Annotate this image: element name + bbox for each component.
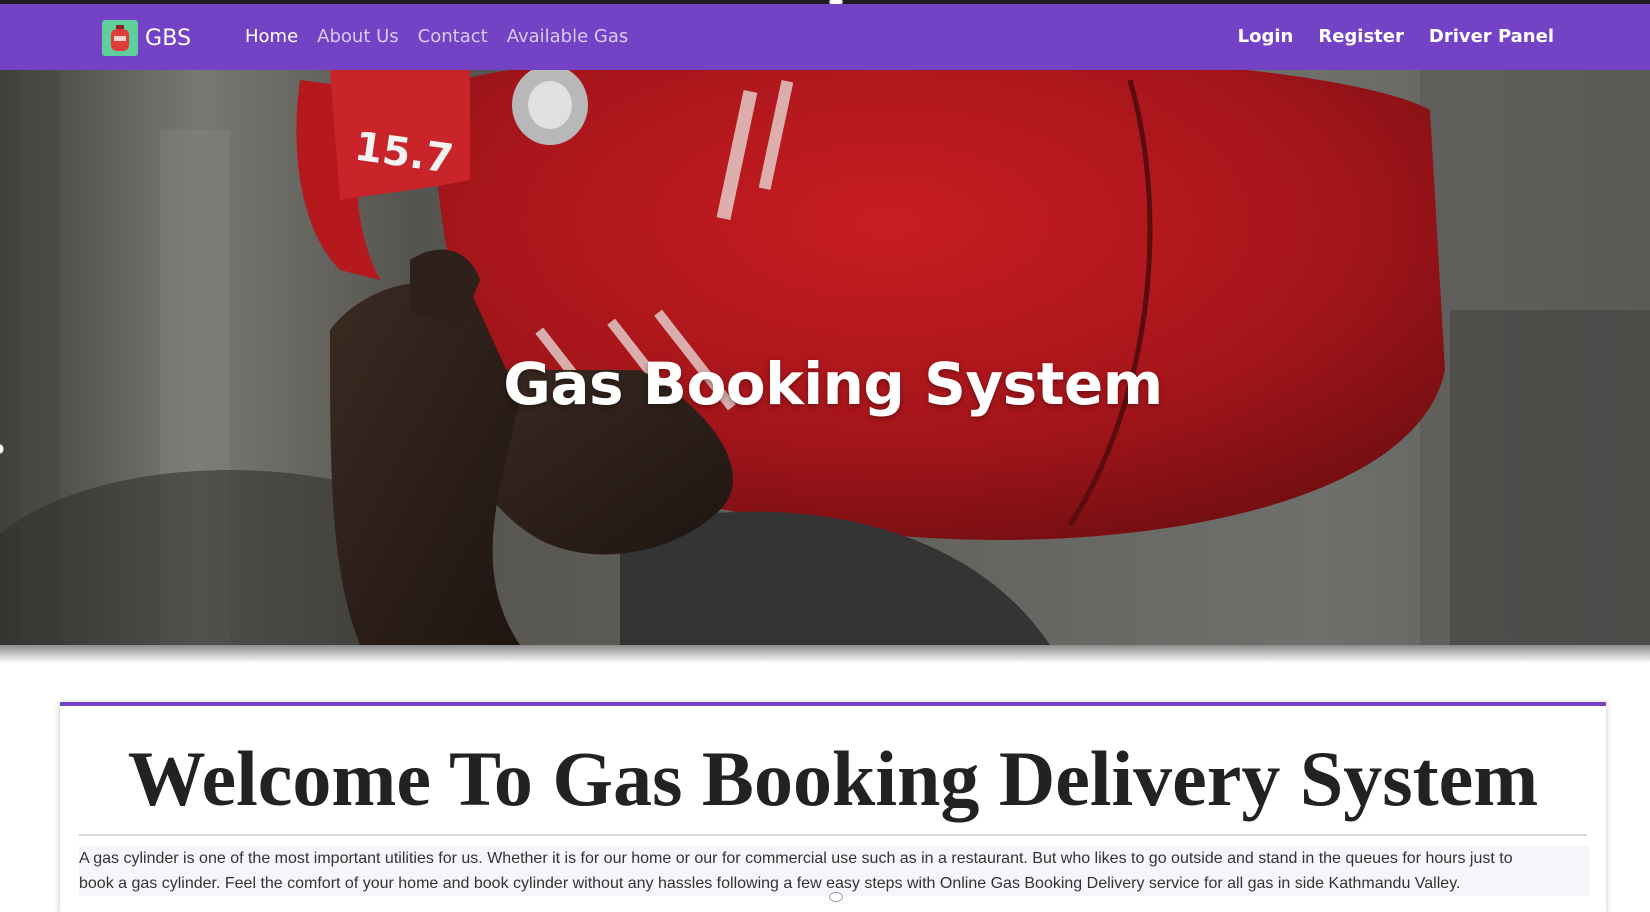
- scroll-handle-icon[interactable]: [829, 892, 843, 902]
- hero-shadow: [0, 645, 1650, 663]
- nav-link-available-gas[interactable]: Available Gas: [507, 26, 629, 47]
- nav-link-about-us[interactable]: About Us: [317, 26, 399, 47]
- divider: [79, 834, 1587, 836]
- nav-link-register[interactable]: Register: [1318, 26, 1404, 47]
- welcome-paragraph: A gas cylinder is one of the most import…: [79, 846, 1589, 896]
- nav-link-home[interactable]: Home: [245, 26, 298, 47]
- brand-name: GBS: [145, 25, 192, 51]
- welcome-card: Welcome To Gas Booking Delivery System A…: [60, 702, 1606, 912]
- main-nav: Home About Us Contact Available Gas: [245, 26, 628, 47]
- gas-cylinder-icon: [102, 20, 138, 56]
- navbar: GBS Home About Us Contact Available Gas …: [0, 4, 1650, 70]
- welcome-paragraph-line-1: A gas cylinder is one of the most import…: [79, 850, 1513, 867]
- welcome-heading: Welcome To Gas Booking Delivery System: [127, 735, 1539, 822]
- account-nav: Login Register Driver Panel: [1238, 26, 1554, 47]
- brand[interactable]: GBS: [102, 20, 191, 56]
- nav-link-login[interactable]: Login: [1238, 26, 1294, 47]
- hero-title: Gas Booking System: [503, 350, 1163, 418]
- hero-banner: 15.7 Gas Booking System: [0, 70, 1650, 645]
- nav-link-contact[interactable]: Contact: [418, 26, 488, 47]
- nav-link-driver-panel[interactable]: Driver Panel: [1429, 26, 1554, 47]
